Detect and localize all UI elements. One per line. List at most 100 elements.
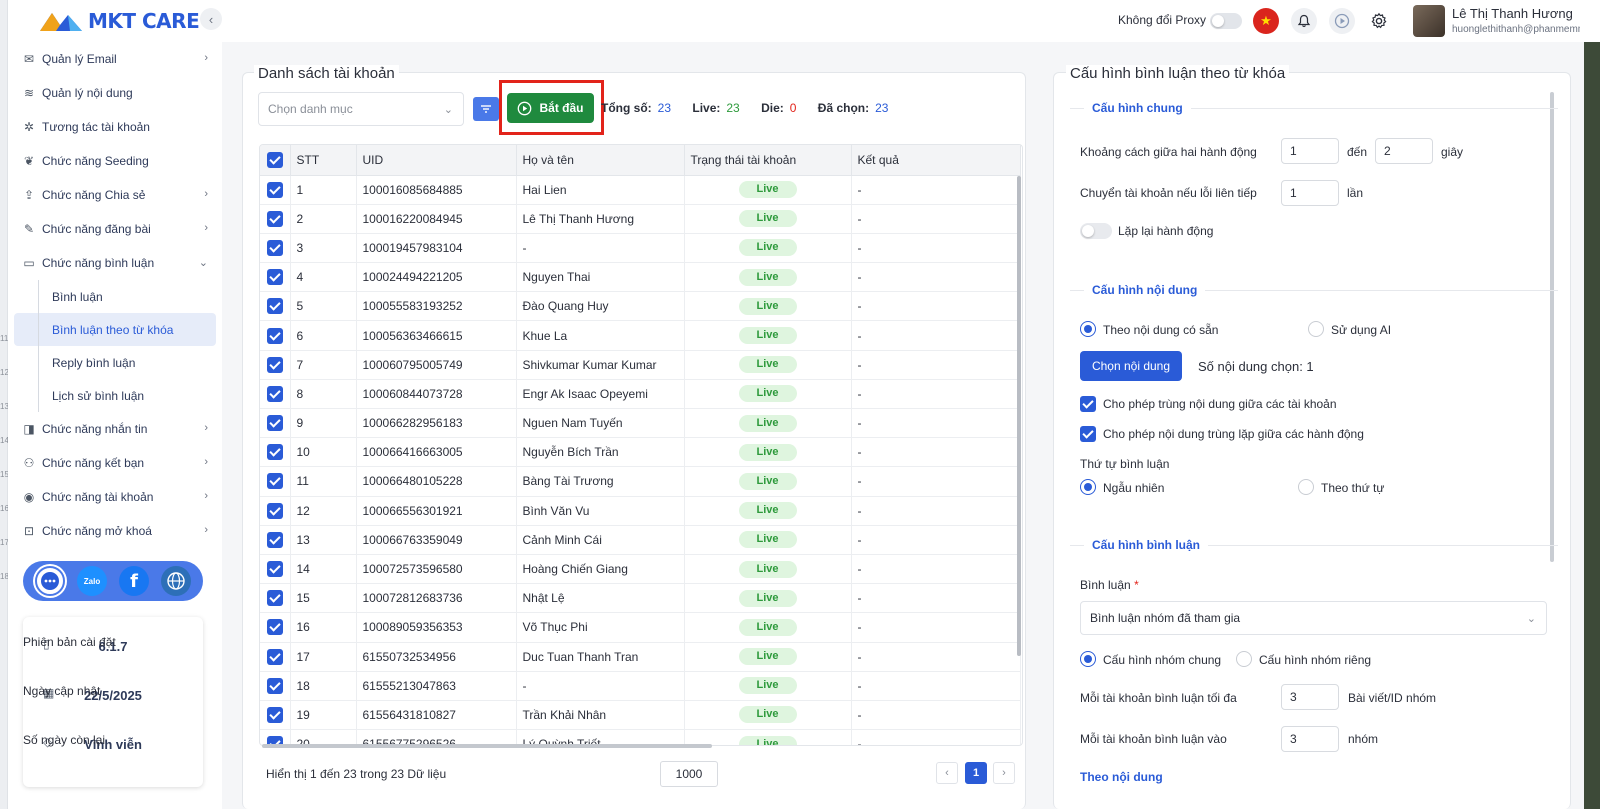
filter-button[interactable] <box>473 97 499 121</box>
order-sequential-radio[interactable] <box>1298 479 1314 495</box>
row-checkbox[interactable] <box>266 327 283 344</box>
delay-to-input[interactable]: 2 <box>1375 138 1433 164</box>
row-checkbox[interactable] <box>266 619 283 636</box>
sidebar-item[interactable]: ▭ Chức năng bình luận ⌄ <box>8 246 222 280</box>
play-circle-icon[interactable] <box>1329 8 1355 34</box>
language-flag-icon[interactable]: ★ <box>1253 8 1279 34</box>
sidebar-subitem[interactable]: Bình luận theo từ khóa <box>14 313 216 346</box>
sidebar-item[interactable]: ⊡ Chức năng mở khoá › <box>8 514 222 548</box>
collapse-sidebar-button[interactable]: ‹ <box>200 8 222 30</box>
row-checkbox[interactable] <box>266 269 283 286</box>
cell-uid: 100019457983104 <box>356 233 517 264</box>
table-row[interactable]: 9 100066282956183 Nguen Nam Tuyến Live - <box>260 408 1021 439</box>
row-checkbox[interactable] <box>266 415 283 432</box>
table-row[interactable]: 11 100066480105228 Bàng Tài Trương Live - <box>260 466 1021 497</box>
table-row[interactable]: 4 100024494221205 Nguyen Thai Live - <box>260 262 1021 293</box>
row-checkbox[interactable] <box>266 239 283 256</box>
sidebar-item[interactable]: ◨ Chức năng nhắn tin › <box>8 412 222 446</box>
sidebar-item[interactable]: ❦ Chức năng Seeding <box>8 144 222 178</box>
sidebar-item[interactable]: ◉ Chức năng tài khoản › <box>8 480 222 514</box>
max-posts-input[interactable]: 3 <box>1281 684 1339 710</box>
bell-icon[interactable] <box>1291 8 1317 34</box>
table-row[interactable]: 14 100072573596580 Hoàng Chiến Giang Live - <box>260 554 1021 585</box>
sidebar-subitem[interactable]: Bình luận <box>8 280 222 313</box>
column-header[interactable]: Kết quả <box>851 145 1021 176</box>
table-row[interactable]: 15 100072812683736 Nhật Lệ Live - <box>260 583 1021 614</box>
table-vertical-scrollbar[interactable] <box>1017 176 1021 656</box>
next-page-button[interactable]: › <box>993 762 1015 784</box>
column-header[interactable]: Trạng thái tài khoản <box>684 145 852 176</box>
table-row[interactable]: 2 100016220084945 Lê Thị Thanh Hương Live - <box>260 204 1021 234</box>
proxy-toggle[interactable] <box>1210 13 1242 29</box>
row-checkbox[interactable] <box>266 561 283 578</box>
table-row[interactable]: 16 100089059356353 Võ Thục Phi Live - <box>260 612 1021 643</box>
column-header[interactable]: UID <box>356 145 517 176</box>
sidebar-item[interactable]: ≋ Quản lý nội dung <box>8 76 222 110</box>
page-size-input[interactable]: 1000 <box>660 761 718 787</box>
row-checkbox[interactable] <box>266 385 283 402</box>
row-checkbox[interactable] <box>266 706 283 723</box>
zalo-icon[interactable]: Zalo <box>77 566 107 596</box>
row-checkbox[interactable] <box>266 677 283 694</box>
column-header[interactable]: STT <box>290 145 357 176</box>
by-content-link[interactable]: Theo nội dung <box>1080 770 1163 784</box>
row-checkbox[interactable] <box>266 590 283 607</box>
allow-dup-accounts-checkbox[interactable] <box>1080 396 1096 412</box>
status-badge: Live <box>738 443 797 461</box>
table-row[interactable]: 18 61555213047863- Live - <box>260 671 1021 701</box>
support-icon[interactable] <box>35 566 65 596</box>
row-checkbox[interactable] <box>266 444 283 461</box>
table-row[interactable]: 7 100060795005749 Shivkumar Kumar Kumar Liv… <box>260 350 1021 380</box>
row-checkbox[interactable] <box>266 210 283 227</box>
content-ai-radio[interactable] <box>1308 321 1324 337</box>
delay-from-input[interactable]: 1 <box>1281 138 1339 164</box>
content-existing-radio[interactable] <box>1080 321 1096 337</box>
row-checkbox[interactable] <box>266 356 283 373</box>
row-checkbox[interactable] <box>266 181 283 198</box>
settings-gear-icon[interactable] <box>1366 8 1392 34</box>
sidebar-item[interactable]: ⇪ Chức năng Chia sẻ › <box>8 178 222 212</box>
sidebar-subitem[interactable]: Reply bình luận <box>8 346 222 379</box>
table-row[interactable]: 19 61556431810827 Trần Khải Nhân Live - <box>260 700 1021 731</box>
group-common-radio[interactable] <box>1080 651 1096 667</box>
prev-page-button[interactable]: ‹ <box>936 762 958 784</box>
select-all-checkbox[interactable] <box>260 145 291 176</box>
groups-input[interactable]: 3 <box>1281 726 1339 752</box>
comment-type-select[interactable]: Bình luận nhóm đã tham gia ⌄ <box>1080 601 1547 635</box>
table-row[interactable]: 5 100055583193252 Đào Quang Huy Live - <box>260 291 1021 322</box>
category-select[interactable]: Chọn danh mục ⌄ <box>258 92 464 126</box>
repeat-action-toggle[interactable] <box>1080 223 1112 239</box>
switch-account-input[interactable]: 1 <box>1281 180 1339 206</box>
facebook-icon[interactable]: f <box>119 566 149 596</box>
table-row[interactable]: 13 100066763359049 Cảnh Minh Cái Live - <box>260 525 1021 555</box>
row-checkbox[interactable] <box>266 298 283 315</box>
sidebar-subitem[interactable]: Lịch sử bình luận <box>8 379 222 412</box>
row-checkbox[interactable] <box>266 531 283 548</box>
table-row[interactable]: 17 61550732534956 Duc Tuan Thanh Tran Live - <box>260 642 1021 672</box>
globe-icon[interactable] <box>161 566 191 596</box>
column-header[interactable]: Họ và tên <box>516 145 685 176</box>
table-row[interactable]: 12 100066556301921 Bình Văn Vu Live - <box>260 496 1021 526</box>
row-checkbox[interactable] <box>266 502 283 519</box>
table-row[interactable]: 6 100056363466615 Khue La Live - <box>260 320 1021 351</box>
page-1-button[interactable]: 1 <box>965 762 987 784</box>
table-horizontal-scrollbar[interactable] <box>262 744 712 748</box>
table-row[interactable]: 3 100019457983104- Live - <box>260 233 1021 264</box>
group-private-radio[interactable] <box>1236 651 1252 667</box>
row-checkbox[interactable] <box>266 473 283 490</box>
brand-logo[interactable]: MKT CARE <box>38 8 200 34</box>
order-random-radio[interactable] <box>1080 479 1096 495</box>
config-scrollbar[interactable] <box>1550 92 1554 562</box>
sidebar-item[interactable]: ⚇ Chức năng kết bạn › <box>8 446 222 480</box>
sidebar-item[interactable]: ✲ Tương tác tài khoản <box>8 110 222 144</box>
table-row[interactable]: 10 100066416663005 Nguyễn Bích Trần Live - <box>260 437 1021 468</box>
sidebar-item[interactable]: ✉ Quản lý Email › <box>8 42 222 76</box>
sidebar-item[interactable]: ✎ Chức năng đăng bài › <box>8 212 222 246</box>
chevron-icon: › <box>204 52 208 64</box>
table-row[interactable]: 1 100016085684885 Hai Lien Live - <box>260 175 1021 205</box>
allow-dup-actions-checkbox[interactable] <box>1080 426 1096 442</box>
choose-content-button[interactable]: Chọn nội dung <box>1080 351 1182 381</box>
row-checkbox[interactable] <box>266 648 283 665</box>
table-row[interactable]: 8 100060844073728 Engr Ak Isaac Opeyemi Liv… <box>260 379 1021 410</box>
user-avatar[interactable] <box>1413 5 1445 37</box>
